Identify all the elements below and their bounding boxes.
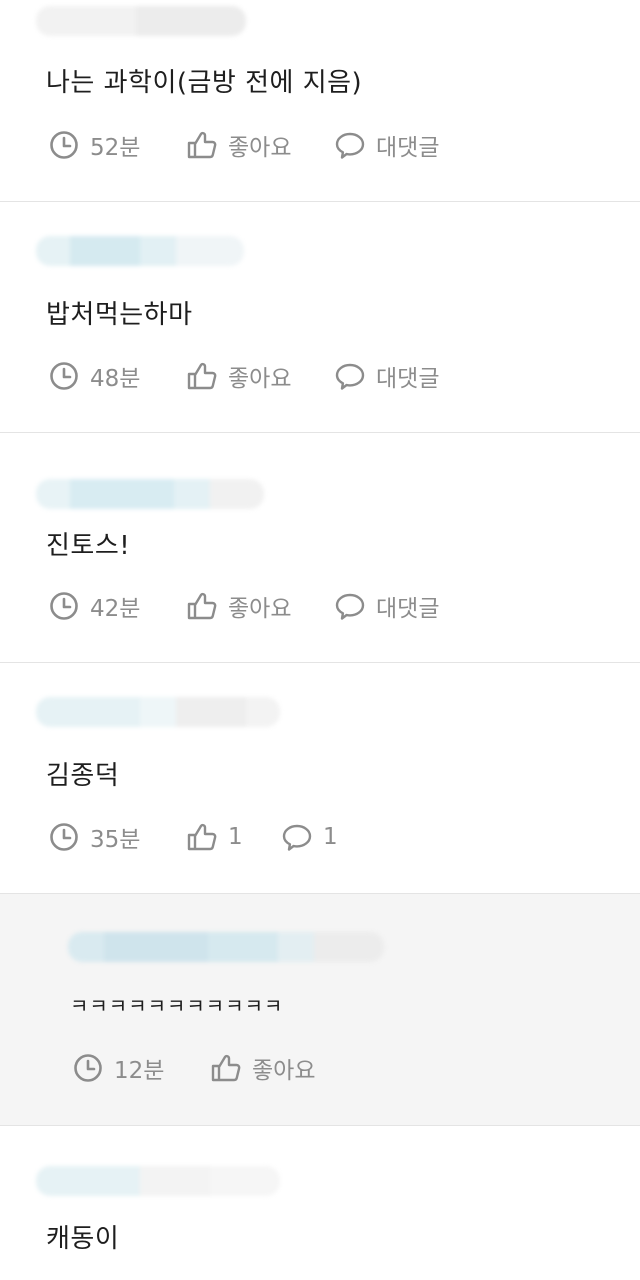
clock-icon [50,362,78,390]
reply-button[interactable]: 대댓글 [334,588,454,624]
like-label: 좋아요 [228,135,292,161]
comment-meta: 12분 좋아요 [72,1050,358,1086]
comment-meta: 52분 좋아요 대댓글 [48,127,454,163]
comment-meta: 42분 좋아요 대댓글 [48,588,454,624]
comment-meta: 48분 좋아요 대댓글 [48,358,454,394]
reply-label: 대댓글 [376,596,440,622]
like-count: 1 [228,824,243,850]
like-label: 좋아요 [252,1058,316,1084]
timestamp-label: 52분 [90,135,141,161]
timestamp: 52분 [48,127,186,163]
comment-text: ㅋㅋㅋㅋㅋㅋㅋㅋㅋㅋㅋ [70,994,284,1018]
comment-item: 나는 과학이(금방 전에 지음) 52분 좋아요 대댓글 [0,0,640,202]
timestamp-label: 42분 [90,596,141,622]
comment-item: 캐동이 [0,1126,640,1280]
speech-bubble-icon [282,824,312,851]
like-button[interactable]: 좋아요 [186,127,334,163]
timestamp-label: 12분 [114,1058,165,1084]
comment-item: 밥처먹는하마 48분 좋아요 대댓글 [0,202,640,433]
reply-label: 대댓글 [376,366,440,392]
like-button[interactable]: 좋아요 [186,588,334,624]
blurred-author-name [36,697,280,727]
thumbs-up-icon [187,592,217,620]
timestamp: 48분 [48,358,186,394]
blurred-author-name [36,1166,280,1196]
reply-comment-item: ㅋㅋㅋㅋㅋㅋㅋㅋㅋㅋㅋ 12분 좋아요 [0,894,640,1126]
comment-text: 진토스! [46,531,131,561]
speech-bubble-icon [335,132,365,159]
timestamp-label: 35분 [90,827,141,853]
reply-button[interactable]: 대댓글 [334,127,454,163]
timestamp: 12분 [72,1050,210,1086]
clock-icon [50,823,78,851]
comment-meta: 35분 1 1 [48,819,401,855]
like-button[interactable]: 좋아요 [210,1050,358,1086]
speech-bubble-icon [335,363,365,390]
comment-item: 진토스! 42분 좋아요 대댓글 [0,433,640,663]
comment-text: 김종덕 [46,761,120,791]
blurred-author-name [36,6,246,36]
like-label: 좋아요 [228,366,292,392]
comment-text: 밥처먹는하마 [46,300,193,330]
comment-text: 나는 과학이(금방 전에 지음) [46,68,363,98]
blurred-author-name [36,479,264,509]
reply-button[interactable]: 1 [281,819,401,855]
clock-icon [50,131,78,159]
comment-list: 나는 과학이(금방 전에 지음) 52분 좋아요 대댓글 밥처먹는하마 48분 … [0,0,640,1280]
clock-icon [74,1054,102,1082]
clock-icon [50,592,78,620]
timestamp: 35분 [48,819,186,855]
reply-button[interactable]: 대댓글 [334,358,454,394]
thumbs-up-icon [187,823,217,851]
timestamp: 42분 [48,588,186,624]
like-button[interactable]: 좋아요 [186,358,334,394]
thumbs-up-icon [187,131,217,159]
like-button[interactable]: 1 [186,819,281,855]
blurred-author-name [36,236,244,266]
speech-bubble-icon [335,593,365,620]
blurred-author-name [68,932,384,962]
comment-item: 김종덕 35분 1 1 [0,663,640,894]
like-label: 좋아요 [228,596,292,622]
thumbs-up-icon [187,362,217,390]
thumbs-up-icon [211,1054,241,1082]
reply-label: 대댓글 [376,135,440,161]
reply-count: 1 [323,824,338,850]
comment-text: 캐동이 [46,1224,120,1254]
timestamp-label: 48분 [90,366,141,392]
